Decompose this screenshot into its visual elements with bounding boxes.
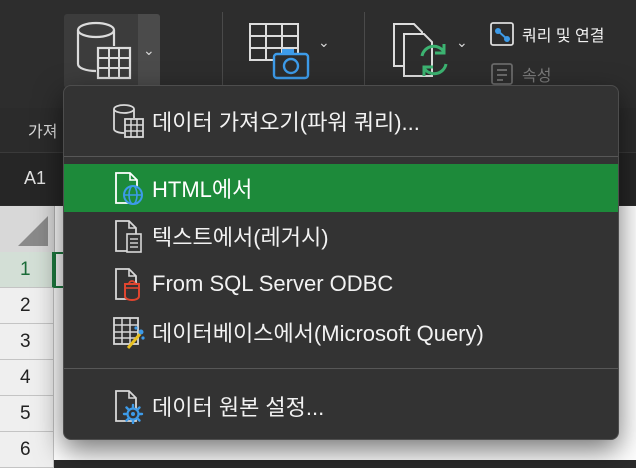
menu-item-from-html[interactable]: HTML에서 [64,164,618,212]
menu-item-get-data-power-query[interactable]: 데이터 가져오기(파워 쿼리)... [64,97,618,145]
menu-item-label: From SQL Server ODBC [152,271,394,296]
properties-label: 속성 [522,68,552,85]
ribbon-group-label: 가져 [28,124,58,141]
menu-item-label: HTML에서 [152,177,253,202]
row-header[interactable]: 6 [0,432,54,468]
row-header[interactable]: 3 [0,324,54,360]
name-box[interactable]: A1 [24,168,46,189]
sql-server-odbc-icon [108,264,148,304]
menu-item-from-text-legacy[interactable]: 텍스트에서(레거시) [64,212,618,260]
database-table-icon [76,21,132,80]
menu-separator [64,156,618,157]
get-data-button[interactable]: ⌄ [64,14,160,88]
select-all-corner[interactable] [0,206,55,253]
html-globe-icon [108,168,148,208]
database-table-icon [108,101,148,141]
row-header[interactable]: 4 [0,360,54,396]
query-connection-icon [490,22,514,46]
microsoft-query-icon [108,312,148,352]
text-file-icon [108,216,148,256]
menu-item-from-sql-server-odbc[interactable]: From SQL Server ODBC [64,260,618,308]
properties-button[interactable]: 속성 [488,60,551,88]
chevron-down-icon: ⌄ [318,34,330,50]
menu-item-from-microsoft-query[interactable]: 데이터베이스에서(Microsoft Query) [64,308,618,356]
properties-icon [491,63,513,85]
data-source-settings-icon [108,386,148,426]
refresh-all-button[interactable]: ⌄ [390,18,480,88]
row-header[interactable]: 5 [0,396,54,432]
menu-item-label: 텍스트에서(레거시) [152,225,329,250]
row-header[interactable]: 1 [0,252,54,288]
queries-connections-button[interactable]: 쿼리 및 연결 [488,20,605,48]
queries-connections-label: 쿼리 및 연결 [522,28,605,45]
chevron-down-icon: ⌄ [456,34,468,50]
menu-item-label: 데이터베이스에서(Microsoft Query) [152,321,484,346]
ribbon-separator [364,12,365,90]
from-picture-button[interactable]: ⌄ [246,18,342,88]
get-data-menu: 데이터 가져오기(파워 쿼리)... HTML에서 텍스트에서(레거시) Fro… [63,85,619,440]
menu-item-data-source-settings[interactable]: 데이터 원본 설정... [64,382,618,430]
chevron-down-icon: ⌄ [143,42,155,58]
row-header[interactable]: 2 [0,288,54,324]
menu-item-label: 데이터 원본 설정... [152,395,325,420]
ribbon-separator [222,12,223,90]
menu-item-label: 데이터 가져오기(파워 쿼리)... [152,110,420,135]
refresh-pages-icon [393,23,448,77]
table-camera-icon [249,23,310,80]
menu-separator [64,368,618,369]
